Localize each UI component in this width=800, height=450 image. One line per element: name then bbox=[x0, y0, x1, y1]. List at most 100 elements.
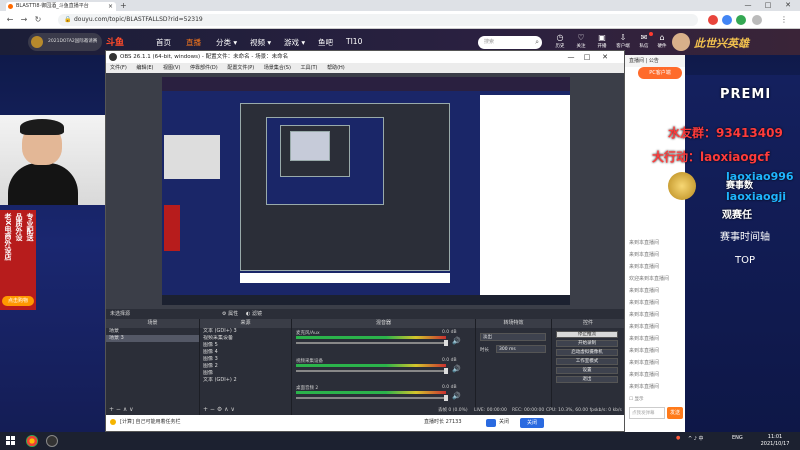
source-item[interactable]: 视频采集设备 bbox=[200, 335, 291, 342]
chrome-app-icon[interactable] bbox=[26, 435, 38, 447]
history-button[interactable]: ◷ 历史 bbox=[550, 33, 570, 49]
volume-slider[interactable] bbox=[296, 342, 446, 344]
messages-button[interactable]: ✉ 私信 bbox=[634, 32, 654, 49]
browser-tab[interactable]: BLASTTI8·御园酒_斗鱼直播平台 × bbox=[6, 2, 116, 11]
volume-slider[interactable] bbox=[296, 397, 446, 399]
obs-menu-profile[interactable]: 配置文件(P) bbox=[227, 65, 254, 71]
client-label: 客户端 bbox=[616, 44, 630, 49]
chat-checkbox[interactable]: ☐ 显示 bbox=[629, 396, 643, 402]
obs-menu-view[interactable]: 视图(V) bbox=[163, 65, 180, 71]
minimize-button[interactable]: — bbox=[738, 0, 758, 11]
obs-menu-tools[interactable]: 工具(T) bbox=[301, 65, 318, 71]
stop-icon[interactable] bbox=[486, 419, 496, 427]
obs-menu-file[interactable]: 文件(F) bbox=[110, 65, 127, 71]
filters-button[interactable]: ◐ 滤镜 bbox=[246, 309, 262, 319]
nav-category[interactable]: 分类 ▾ bbox=[216, 37, 237, 48]
search-icon[interactable]: ⌕ bbox=[535, 36, 539, 49]
obs-canvas[interactable] bbox=[162, 77, 570, 305]
extension-icon[interactable] bbox=[736, 15, 746, 25]
obs-window[interactable]: OBS 26.1.1 (64-bit, windows) - 配置文件：未命名 … bbox=[105, 50, 625, 432]
back-icon[interactable]: ← bbox=[4, 13, 16, 27]
input-language[interactable]: ENG bbox=[732, 435, 743, 441]
source-item[interactable]: 图像 5 bbox=[200, 342, 291, 349]
volume-knob[interactable] bbox=[444, 395, 448, 401]
tray-icons[interactable]: ^ ♪ 中 bbox=[688, 435, 704, 442]
tray-app-icon[interactable]: ● bbox=[676, 435, 680, 441]
menu-kebab-icon[interactable]: ⋮ bbox=[778, 13, 790, 27]
forward-icon[interactable]: → bbox=[18, 13, 30, 27]
windows-start-icon[interactable] bbox=[6, 436, 16, 446]
obs-menu-help[interactable]: 帮助(H) bbox=[327, 65, 345, 71]
douyu-brand-logo[interactable]: 斗鱼 bbox=[106, 35, 124, 48]
obs-maximize-button[interactable]: □ bbox=[580, 51, 594, 63]
source-item[interactable]: 图像 2 bbox=[200, 363, 291, 370]
profile-avatar-icon[interactable] bbox=[752, 15, 762, 25]
studio-mode-button[interactable]: 工作室模式 bbox=[556, 358, 618, 365]
extension-icon[interactable] bbox=[708, 15, 718, 25]
event-schedule-link[interactable]: 赛事时间轴 bbox=[706, 228, 784, 243]
new-tab-button[interactable]: + bbox=[120, 1, 127, 10]
scene-item[interactable]: 场景 3 bbox=[106, 335, 199, 342]
source-item[interactable]: 图像 3 bbox=[200, 356, 291, 363]
speaker-icon[interactable]: 🔊 bbox=[452, 392, 461, 400]
close-live-button[interactable]: 关闭 bbox=[520, 418, 544, 428]
event-logo[interactable]: 2021DOTA2国际邀请赛 bbox=[28, 33, 102, 51]
properties-button[interactable]: ⚙ 属性 bbox=[222, 309, 238, 319]
speaker-icon[interactable]: 🔊 bbox=[452, 365, 461, 373]
tab-close-icon[interactable]: × bbox=[108, 2, 113, 11]
nav-home[interactable]: 首页 bbox=[156, 37, 171, 48]
statusline-stop[interactable]: 关闭 bbox=[499, 418, 509, 425]
header-banner[interactable]: 此世兴英雄 bbox=[694, 35, 749, 51]
scene-controls[interactable]: + − ∧ ∨ bbox=[109, 406, 134, 413]
search-input[interactable]: 搜索 ⌕ bbox=[478, 36, 542, 49]
start-recording-button[interactable]: 开始录制 bbox=[556, 340, 618, 347]
volume-knob[interactable] bbox=[444, 368, 448, 374]
nav-fishbar[interactable]: 鱼吧 bbox=[318, 37, 333, 48]
shop-promo-banner[interactable]: 老X电商外设店 品质外设 专业配送 点击购物 bbox=[0, 210, 36, 310]
source-item[interactable]: 文本 (GDI+) 2 bbox=[200, 377, 291, 384]
obs-menu-scene-collection[interactable]: 场景集合(S) bbox=[264, 65, 291, 71]
speaker-icon[interactable]: 🔊 bbox=[452, 337, 461, 345]
source-item[interactable]: 图像 4 bbox=[200, 349, 291, 356]
pc-client-button[interactable]: PC客户端 bbox=[638, 67, 682, 79]
transition-select[interactable]: 淡出 bbox=[480, 333, 546, 341]
hardware-button[interactable]: ⌂ 硬件 bbox=[652, 33, 672, 49]
top-link[interactable]: TOP bbox=[728, 255, 762, 266]
nav-ti10[interactable]: TI10 bbox=[346, 37, 362, 46]
stop-streaming-button[interactable]: 停止推流 bbox=[556, 331, 618, 338]
promo-buy-button[interactable]: 点击购物 bbox=[2, 296, 34, 306]
chat-input[interactable]: 点我发弹幕 bbox=[629, 407, 665, 419]
reload-icon[interactable]: ↻ bbox=[32, 13, 44, 27]
nav-live[interactable]: 直播 bbox=[186, 37, 201, 48]
follow-button[interactable]: ♡ 关注 bbox=[571, 33, 591, 49]
go-live-button[interactable]: ▣ 开播 bbox=[592, 33, 612, 49]
exit-button[interactable]: 退出 bbox=[556, 376, 618, 383]
client-button[interactable]: ⇩ 客户端 bbox=[613, 33, 633, 49]
maximize-button[interactable]: □ bbox=[758, 0, 778, 11]
address-bar[interactable]: 🔒 douyu.com/topic/BLASTFALLSD?rid=52319 bbox=[58, 14, 698, 26]
volume-slider[interactable] bbox=[296, 370, 446, 372]
scene-item[interactable]: 场景 bbox=[106, 328, 199, 335]
obs-app-icon[interactable] bbox=[46, 435, 58, 447]
taskbar-clock[interactable]: 11:01 2021/10/17 bbox=[756, 434, 794, 448]
settings-button[interactable]: 设置 bbox=[556, 367, 618, 374]
coin-badge-icon bbox=[668, 172, 696, 200]
nav-games[interactable]: 游戏 ▾ bbox=[284, 37, 305, 48]
chat-header[interactable]: 直播间 | 公告 bbox=[625, 55, 685, 67]
extension-icon[interactable] bbox=[722, 15, 732, 25]
chat-send-button[interactable]: 发送 bbox=[667, 407, 683, 419]
virtual-camera-button[interactable]: 启动虚拟摄像机 bbox=[556, 349, 618, 356]
volume-knob[interactable] bbox=[444, 340, 448, 346]
obs-minimize-button[interactable]: — bbox=[564, 51, 578, 63]
close-button[interactable]: ✕ bbox=[778, 0, 798, 11]
source-item[interactable]: 文本 (GDI+) 3 bbox=[200, 328, 291, 335]
duration-input[interactable]: 300 ms bbox=[496, 345, 546, 353]
source-controls[interactable]: + − ⚙ ∧ ∨ bbox=[203, 406, 235, 413]
obs-menu-edit[interactable]: 编辑(E) bbox=[136, 65, 153, 71]
obs-preview[interactable] bbox=[106, 73, 624, 309]
obs-menu-docks[interactable]: 停靠部件(D) bbox=[190, 65, 218, 71]
nav-video[interactable]: 视频 ▾ bbox=[250, 37, 271, 48]
obs-close-button[interactable]: ✕ bbox=[598, 51, 612, 63]
source-item[interactable]: 图像 bbox=[200, 370, 291, 377]
user-avatar[interactable] bbox=[672, 33, 690, 51]
